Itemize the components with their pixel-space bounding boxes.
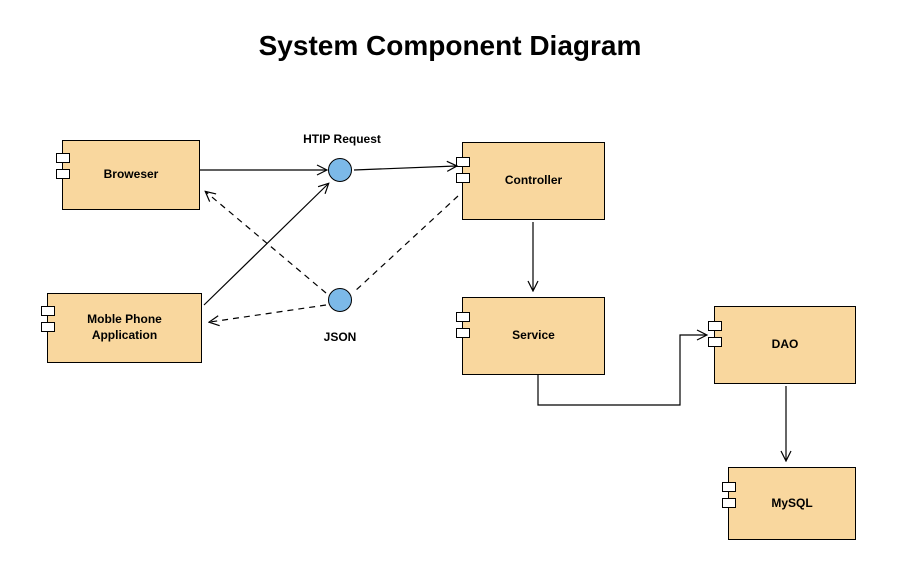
interface-http-label: HTIP Request <box>292 132 392 146</box>
component-mobile-label: Moble Phone Application <box>87 312 162 343</box>
component-dao: DAO <box>714 306 856 384</box>
interface-json-label: JSON <box>305 330 375 344</box>
component-browser-label: Broweser <box>104 167 159 183</box>
component-controller: Controller <box>462 142 605 220</box>
component-mysql: MySQL <box>728 467 856 540</box>
component-dao-label: DAO <box>772 337 799 353</box>
component-service-label: Service <box>512 328 555 344</box>
component-mysql-label: MySQL <box>771 496 812 512</box>
diagram-title: System Component Diagram <box>180 30 720 62</box>
interface-json-icon <box>328 288 352 312</box>
component-service: Service <box>462 297 605 375</box>
component-controller-label: Controller <box>505 173 562 189</box>
component-browser: Broweser <box>62 140 200 210</box>
component-mobile: Moble Phone Application <box>47 293 202 363</box>
interface-http-icon <box>328 158 352 182</box>
